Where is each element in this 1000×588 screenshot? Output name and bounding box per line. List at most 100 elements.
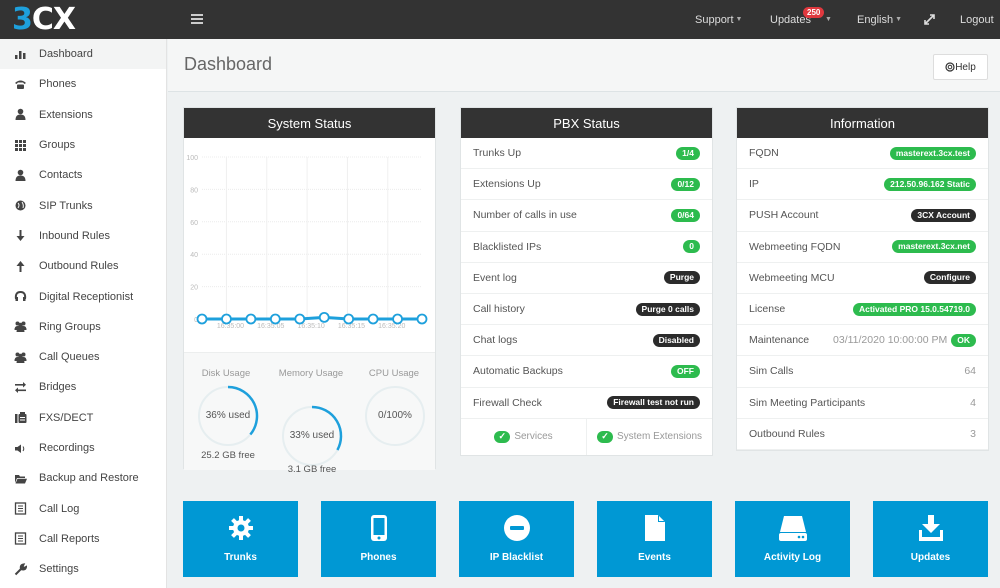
x-tick-label: 16:35:20 xyxy=(378,323,405,330)
quick-access-tiles: Trunks Phones IP Blacklist Events Activity L… xyxy=(183,501,989,577)
grid-icon xyxy=(14,139,27,151)
system-status-title: System Status xyxy=(184,108,435,138)
row-label: FQDN xyxy=(749,147,779,160)
volume-icon xyxy=(14,442,27,454)
row-value-wrap: 4 xyxy=(970,397,976,409)
logo-cx: CX xyxy=(31,1,76,37)
info-row-maintenance: Maintenance 03/11/2020 10:00:00 PM OK xyxy=(737,325,988,357)
sidebar-item-fxs-dect[interactable]: FXS/DECT xyxy=(0,403,166,433)
logout-link[interactable]: Logout xyxy=(960,0,994,39)
language-label: English xyxy=(857,13,894,26)
row-label: Firewall Check xyxy=(473,396,542,409)
system-extensions-status[interactable]: ✓ System Extensions xyxy=(587,419,712,455)
sidebar-item-sip-trunks[interactable]: SIP Trunks xyxy=(0,190,166,220)
sidebar: Dashboard Phones Extensions Groups Contacts S… xyxy=(0,39,167,588)
sidebar-item-label: Phones xyxy=(39,78,77,91)
page-title: Dashboard xyxy=(184,54,273,74)
row-value-wrap: OFF xyxy=(671,364,700,378)
info-row-sim-calls: Sim Calls 64 xyxy=(737,356,988,388)
cpu-used-text: 0/100% xyxy=(378,410,412,421)
information-title: Information xyxy=(737,108,988,138)
status-badge: 0/12 xyxy=(671,177,700,191)
row-value-wrap: Configure xyxy=(923,271,976,285)
tile-label: Updates xyxy=(910,552,951,563)
tile-phones[interactable]: Phones xyxy=(321,501,436,577)
users-icon xyxy=(14,351,27,363)
sidebar-item-label: Inbound Rules xyxy=(39,229,110,242)
services-status[interactable]: ✓ Services xyxy=(461,418,587,455)
row-action-button[interactable]: Configure xyxy=(923,271,976,285)
info-row-ip: IP 212.50.96.162 Static xyxy=(737,169,988,201)
sidebar-item-digital-receptionist[interactable]: Digital Receptionist xyxy=(0,281,166,311)
sidebar-item-settings[interactable]: Settings xyxy=(0,554,166,584)
row-value-wrap: Purge xyxy=(663,271,700,285)
pbx-row-trunks-up: Trunks Up 1/4 xyxy=(461,138,712,170)
tile-ip-blacklist[interactable]: IP Blacklist xyxy=(459,501,574,577)
sidebar-item-call-reports[interactable]: Call Reports xyxy=(0,524,166,554)
fullscreen-button[interactable] xyxy=(924,0,935,39)
sidebar-item-phones[interactable]: Phones xyxy=(0,69,166,99)
tile-label: Phones xyxy=(360,552,397,563)
caret-down-icon: ▼ xyxy=(824,16,832,23)
status-badge: OFF xyxy=(671,364,700,378)
x-tick-label: 16:35:15 xyxy=(338,323,365,330)
row-action-button[interactable]: Disabled xyxy=(652,333,700,347)
tile-updates[interactable]: Updates xyxy=(873,501,988,577)
tile-trunks[interactable]: Trunks xyxy=(183,501,298,577)
row-label: Blacklisted IPs xyxy=(473,240,542,253)
menu-toggle-icon[interactable] xyxy=(191,14,203,24)
check-icon: ✓ xyxy=(494,430,511,443)
row-value-wrap: Activated PRO 15.0.54719.0 xyxy=(852,302,976,316)
y-tick-label: 80 xyxy=(190,187,198,194)
wrench-icon xyxy=(14,562,27,575)
exchange-icon xyxy=(14,381,27,393)
sidebar-item-groups[interactable]: Groups xyxy=(0,130,166,160)
gear-icon xyxy=(226,514,256,542)
pbx-status-title: PBX Status xyxy=(461,108,712,138)
row-label: PUSH Account xyxy=(749,209,819,222)
series-line xyxy=(202,315,422,321)
row-action-button[interactable]: Firewall test not run xyxy=(607,396,700,410)
sidebar-item-label: Extensions xyxy=(39,108,93,121)
sidebar-item-outbound-rules[interactable]: Outbound Rules xyxy=(0,251,166,281)
sidebar-item-label: Digital Receptionist xyxy=(39,290,134,303)
row-action-button[interactable]: Purge xyxy=(663,271,700,285)
row-label: Outbound Rules xyxy=(749,427,825,440)
caret-down-icon: ▼ xyxy=(895,16,903,23)
updates-menu[interactable]: Updates ▼ xyxy=(770,0,832,39)
sidebar-item-ring-groups[interactable]: Ring Groups xyxy=(0,312,166,342)
support-menu[interactable]: Support ▼ xyxy=(695,0,742,39)
row-extra: 03/11/2020 10:00:00 PM xyxy=(833,334,948,347)
services-label: Services xyxy=(514,431,553,443)
minus-circle-icon xyxy=(502,514,532,542)
sidebar-item-dashboard[interactable]: Dashboard xyxy=(0,39,166,70)
sidebar-item-call-log[interactable]: Call Log xyxy=(0,493,166,523)
sidebar-item-backup-and-restore[interactable]: Backup and Restore xyxy=(0,463,166,493)
list-icon xyxy=(14,532,27,546)
sidebar-item-call-queues[interactable]: Call Queues xyxy=(0,342,166,372)
status-badge: 212.50.96.162 Static xyxy=(884,177,976,191)
tile-events[interactable]: Events xyxy=(597,501,712,577)
sidebar-item-extensions[interactable]: Extensions xyxy=(0,100,166,130)
sidebar-item-contacts[interactable]: Contacts xyxy=(0,160,166,190)
tile-label: Activity Log xyxy=(763,552,822,563)
row-value-wrap: 0/12 xyxy=(671,177,700,191)
row-action-button[interactable]: Purge 0 calls xyxy=(635,302,700,316)
sidebar-item-inbound-rules[interactable]: Inbound Rules xyxy=(0,221,166,251)
data-point xyxy=(269,313,281,325)
help-button[interactable]: Help xyxy=(933,54,988,80)
sidebar-item-recordings[interactable]: Recordings xyxy=(0,433,166,463)
gauge-fill xyxy=(311,405,343,451)
pbx-row-automatic-backups: Automatic Backups OFF xyxy=(461,356,712,388)
info-row-sim-meeting-participants: Sim Meeting Participants 4 xyxy=(737,388,988,419)
row-value-wrap: masterext.3cx.test xyxy=(889,146,976,160)
information-panel: Information FQDN masterext.3cx.test IP 212.… xyxy=(736,107,989,451)
row-action-button[interactable]: 3CX Account xyxy=(911,208,976,222)
language-menu[interactable]: English ▼ xyxy=(857,0,902,39)
tile-activity-log[interactable]: Activity Log xyxy=(735,501,850,577)
sidebar-item-bridges[interactable]: Bridges xyxy=(0,372,166,402)
line-chart-svg: 02040608010016:35:00 16:35:05 16:35:10 16:3… xyxy=(186,155,428,330)
info-row-fqdn: FQDN masterext.3cx.test xyxy=(737,138,988,170)
3cx-logo[interactable]: 3 CX xyxy=(12,1,76,37)
sidebar-item-label: Call Reports xyxy=(39,532,100,545)
